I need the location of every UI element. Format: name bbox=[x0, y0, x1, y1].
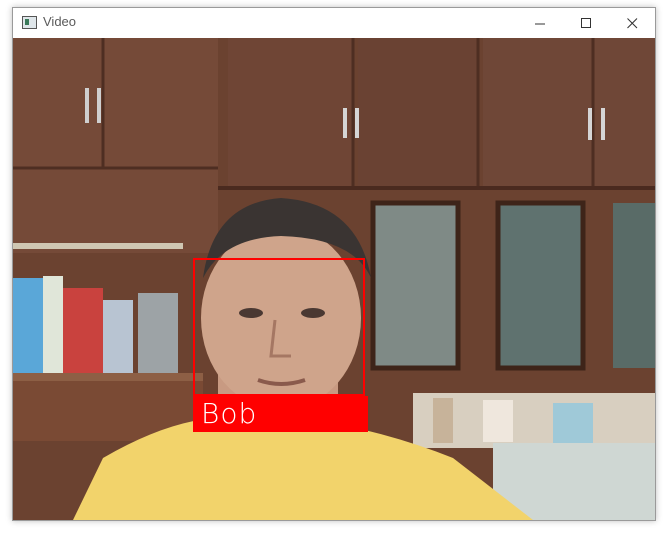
face-label: Bob bbox=[201, 397, 258, 430]
window-title: Video bbox=[43, 14, 77, 29]
maximize-icon bbox=[580, 17, 591, 28]
video-frame: Bob bbox=[13, 38, 655, 520]
title-bar[interactable]: Video bbox=[13, 8, 655, 38]
close-button[interactable] bbox=[609, 8, 655, 38]
close-icon bbox=[626, 17, 637, 28]
maximize-button[interactable] bbox=[563, 8, 609, 38]
video-window-icon bbox=[22, 16, 37, 29]
minimize-icon bbox=[534, 23, 545, 24]
video-window: Video Bob bbox=[12, 7, 656, 521]
minimize-button[interactable] bbox=[517, 8, 563, 38]
face-detection-box bbox=[193, 258, 365, 396]
